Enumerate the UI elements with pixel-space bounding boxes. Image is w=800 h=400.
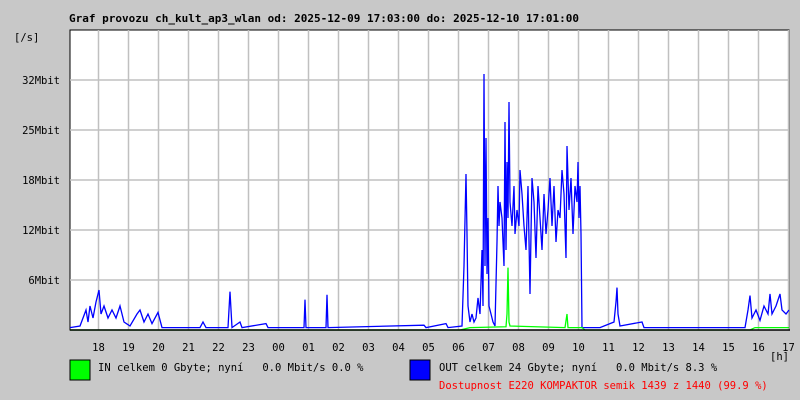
- x-tick-label: 11: [602, 342, 615, 354]
- x-tick-label: 07: [482, 342, 495, 354]
- x-tick-label: 05: [422, 342, 435, 354]
- legend-in-text: IN celkem 0 Gbyte; nyní 0.0 Mbit/s 0.0 %: [98, 362, 364, 374]
- x-tick-label: 20: [152, 342, 165, 354]
- x-tick-label: 01: [302, 342, 315, 354]
- x-tick-label: 22: [212, 342, 225, 354]
- x-tick-label: 09: [542, 342, 555, 354]
- x-tick-label: 23: [242, 342, 255, 354]
- y-axis-label: [/s]: [14, 32, 39, 44]
- legend-out-swatch: [409, 359, 431, 381]
- x-tick-label: 13: [662, 342, 675, 354]
- legend-out: OUT celkem 24 Gbyte; nyní 0.0 Mbit/s 8.3…: [409, 359, 718, 381]
- y-ticks: 6Mbit 12Mbit 18Mbit 25Mbit 32Mbit: [22, 75, 60, 287]
- y-tick-label: 18Mbit: [22, 175, 60, 187]
- x-tick-label: 02: [332, 342, 345, 354]
- x-tick-label: 15: [722, 342, 735, 354]
- chart-title: Graf provozu ch_kult_ap3_wlan od: 2025-1…: [69, 12, 579, 25]
- availability-text: Dostupnost E220 KOMPAKTOR semik 1439 z 1…: [439, 380, 768, 392]
- y-tick-label: 32Mbit: [22, 75, 60, 87]
- x-ticks: 18 19 20 21 22 23 00 01 02 03 04 05 06 07 08 09 10 11 12 13…: [92, 342, 795, 354]
- x-tick-label: 14: [692, 342, 705, 354]
- legend-in: IN celkem 0 Gbyte; nyní 0.0 Mbit/s 0.0 %: [69, 359, 364, 381]
- x-tick-label: 04: [392, 342, 405, 354]
- traffic-chart: Graf provozu ch_kult_ap3_wlan od: 2025-1…: [14, 12, 795, 392]
- x-tick-label: 03: [362, 342, 375, 354]
- x-axis-label: [h]: [770, 351, 789, 363]
- x-tick-label: 12: [632, 342, 645, 354]
- x-tick-label: 18: [92, 342, 105, 354]
- x-tick-label: 10: [572, 342, 585, 354]
- y-tick-label: 12Mbit: [22, 225, 60, 237]
- legend-out-text: OUT celkem 24 Gbyte; nyní 0.0 Mbit/s 8.3…: [439, 362, 718, 374]
- x-tick-label: 16: [752, 342, 765, 354]
- x-tick-label: 08: [512, 342, 525, 354]
- y-tick-label: 25Mbit: [22, 125, 60, 137]
- x-tick-label: 19: [122, 342, 135, 354]
- x-tick-label: 00: [272, 342, 285, 354]
- x-tick-label: 21: [182, 342, 195, 354]
- x-tick-label: 06: [452, 342, 465, 354]
- y-tick-label: 6Mbit: [28, 275, 60, 287]
- legend-in-swatch: [69, 359, 91, 381]
